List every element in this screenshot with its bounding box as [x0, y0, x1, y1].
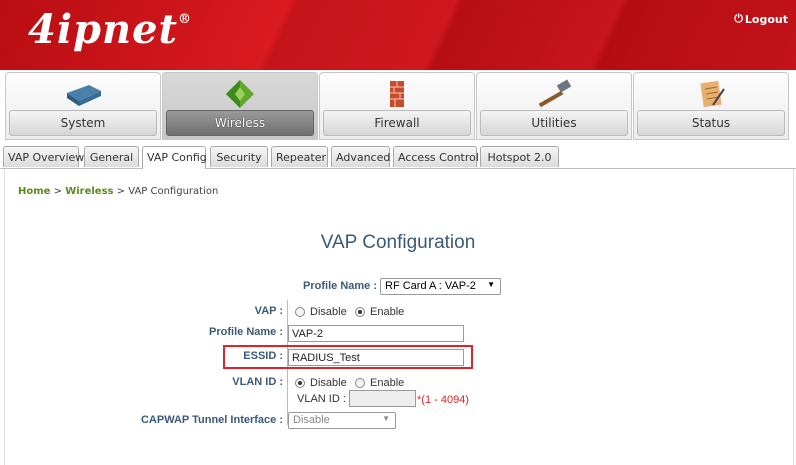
tab-hotspot-2[interactable]: Hotspot 2.0	[480, 146, 559, 167]
vap-enable-radio[interactable]	[355, 307, 365, 317]
tab-general[interactable]: General	[84, 146, 139, 167]
vlan-id-input[interactable]	[349, 390, 416, 407]
capwap-label: CAPWAP Tunnel Interface :	[140, 414, 283, 426]
power-icon: ⏻	[734, 12, 743, 25]
tab-advanced[interactable]: Advanced	[331, 146, 390, 167]
firewall-brick-icon	[390, 81, 404, 107]
capwap-select-value: Disable	[293, 414, 330, 426]
tab-access-control[interactable]: Access Control	[393, 146, 479, 167]
nav-system-label: System	[9, 110, 157, 136]
breadcrumb: Home > Wireless > VAP Configuration	[18, 186, 218, 197]
page-title: VAP Configuration	[320, 232, 476, 253]
main-nav: System Wireless Firewall Utilities Statu…	[0, 70, 796, 144]
breadcrumb-home[interactable]: Home	[18, 186, 50, 197]
notepad-icon	[700, 80, 725, 108]
vap-disable-radio[interactable]	[295, 307, 305, 317]
tab-repeater[interactable]: Repeater	[271, 146, 328, 167]
vlan-disable-radio[interactable]	[295, 378, 305, 388]
capwap-select[interactable]: Disable ▼	[288, 412, 396, 429]
profile-select[interactable]: RF Card A : VAP-2 ▼	[380, 278, 501, 295]
vap-label: VAP :	[254, 305, 283, 317]
nav-utilities[interactable]: Utilities	[476, 72, 632, 140]
breadcrumb-current: > VAP Configuration	[113, 186, 219, 197]
vlan-enable-radio[interactable]	[355, 378, 365, 388]
brand-logo: 4ipnet®	[28, 6, 193, 53]
tab-vap-overview[interactable]: VAP Overview	[3, 146, 84, 167]
vlan-label: VLAN ID :	[232, 376, 283, 388]
essid-label: ESSID :	[243, 350, 283, 362]
wireless-diamond-icon	[226, 80, 254, 108]
vap-enable-label: Enable	[370, 306, 405, 318]
router-icon	[67, 85, 101, 106]
vlan-disable-label: Disable	[310, 377, 347, 389]
logout-label: Logout	[744, 12, 788, 26]
breadcrumb-wireless[interactable]: Wireless	[65, 186, 113, 197]
nav-status[interactable]: Status	[633, 72, 789, 140]
profile-select-value: RF Card A : VAP-2	[385, 280, 476, 292]
tab-vap-config[interactable]: VAP Config	[142, 146, 207, 169]
hammer-icon	[538, 79, 572, 108]
nav-wireless[interactable]: Wireless	[162, 72, 318, 140]
nav-firewall-label: Firewall	[323, 110, 471, 136]
sub-tabs: VAP Overview General VAP Config Security…	[0, 144, 796, 169]
nav-system[interactable]: System	[5, 72, 161, 140]
profile-select-label: Profile Name :	[303, 280, 377, 292]
nav-wireless-label: Wireless	[166, 110, 314, 136]
nav-firewall[interactable]: Firewall	[319, 72, 475, 140]
vap-disable-label: Disable	[310, 306, 347, 318]
breadcrumb-separator: >	[50, 186, 66, 197]
profile-name-input[interactable]	[288, 325, 464, 342]
header-banner: 4ipnet® ⏻ Logout	[0, 0, 796, 70]
essid-input[interactable]	[288, 349, 464, 366]
vlan-range-hint: *(1 - 4094)	[417, 394, 469, 406]
vlan-id-sublabel: VLAN ID :	[297, 393, 346, 405]
vlan-enable-label: Enable	[370, 377, 405, 389]
dropdown-arrow-icon: ▼	[487, 280, 495, 289]
profile-name-label: Profile Name :	[209, 326, 283, 338]
dropdown-arrow-icon: ▼	[382, 414, 390, 423]
nav-utilities-label: Utilities	[480, 110, 628, 136]
tab-security[interactable]: Security	[210, 146, 268, 167]
nav-status-label: Status	[637, 110, 785, 136]
logout-link[interactable]: ⏻ Logout	[734, 12, 788, 26]
